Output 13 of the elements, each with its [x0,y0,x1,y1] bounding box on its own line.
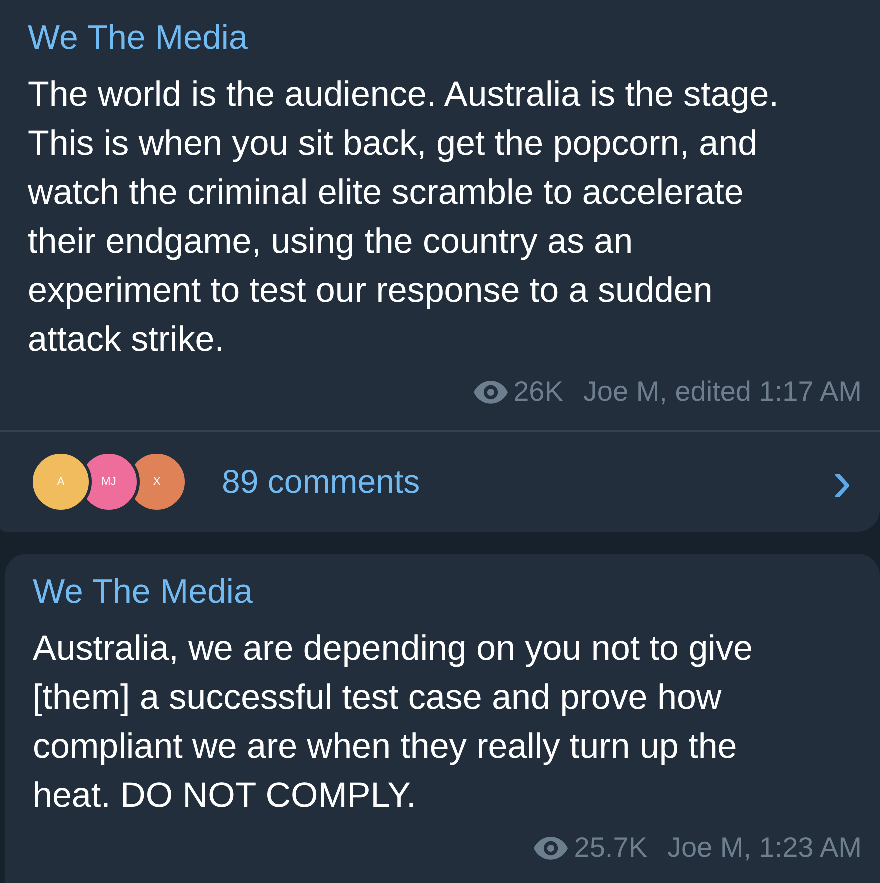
author-time: Joe M, edited 1:17 AM [583,375,862,409]
message-text: The world is the audience. Australia is the stage. This is when you sit back, get the popcorn, and watch the criminal elite scramble to accelerate their endgame, using the country as an experiment to test our response to a sudden attack strike. [27,74,780,361]
chevron-icon[interactable]: › [832,453,852,511]
channel-name[interactable]: We The Media [5,554,880,614]
avatar: A [30,451,92,513]
message-text: Australia, we are depending on you not to give [them] a successful test case and prove how compliant we are when they really turn up the heat. DO NOT COMPLY. [32,628,754,817]
view-count: 25.7K [574,831,648,865]
eye-icon [534,836,568,860]
eye-icon [474,380,508,404]
channel-name[interactable]: We The Media [0,0,880,60]
view-count: 26K [514,375,564,409]
comments-link[interactable]: 89 comments [222,463,833,501]
author-time: Joe M, 1:23 AM [667,831,862,865]
